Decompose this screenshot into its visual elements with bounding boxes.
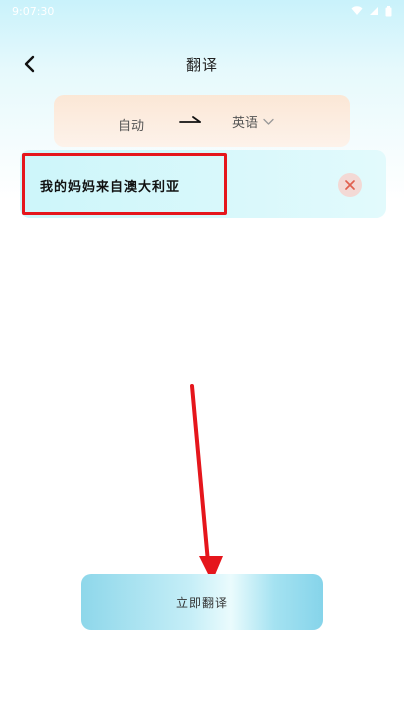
translate-button[interactable]: 立即翻译 xyxy=(81,574,323,630)
clear-button[interactable] xyxy=(338,173,362,197)
source-language[interactable]: 自动 xyxy=(118,115,144,134)
arrow-right-icon[interactable] xyxy=(179,114,203,128)
close-icon xyxy=(345,180,355,190)
battery-icon xyxy=(385,5,392,16)
signal-icon xyxy=(370,7,378,15)
target-language-dropdown[interactable]: 英语 xyxy=(232,112,274,131)
target-language: 英语 xyxy=(232,116,259,131)
page-title: 翻译 xyxy=(185,56,218,74)
language-selector: 自动 英语 xyxy=(54,95,350,147)
nav-bar: 翻译 xyxy=(0,42,404,86)
wifi-icon xyxy=(351,6,363,15)
chevron-down-icon xyxy=(263,118,274,125)
status-bar: 9:07:30 xyxy=(0,0,404,22)
highlight-box xyxy=(22,153,227,215)
status-time: 9:07:30 xyxy=(12,4,55,18)
status-icons xyxy=(351,5,392,17)
